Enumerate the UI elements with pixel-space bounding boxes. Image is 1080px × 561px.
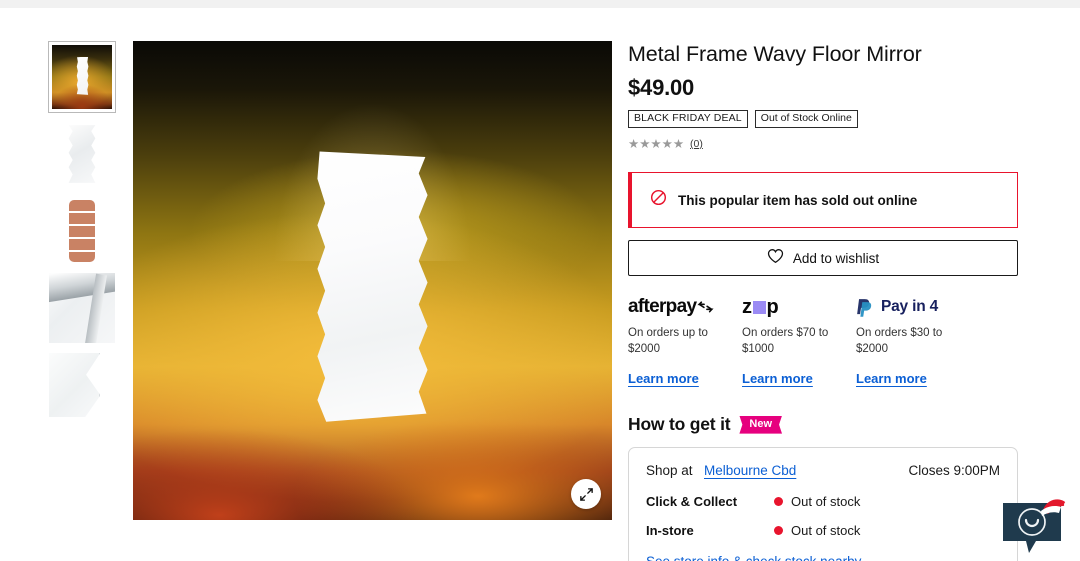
- top-bar-strip: [0, 0, 1080, 8]
- mirror-shape: [68, 200, 96, 262]
- thumbnail-gallery: [48, 41, 116, 420]
- thumbnail-image: [52, 45, 112, 109]
- zip-letter-z: z: [742, 296, 752, 319]
- product-detail-page: Metal Frame Wavy Floor Mirror $49.00 BLA…: [0, 0, 1080, 561]
- payment-option-afterpay: afterpay On orders up to $2000 Learn mor…: [628, 296, 742, 388]
- zip-logo-icon: z p: [742, 296, 856, 318]
- fulfilment-status: Out of stock: [791, 523, 861, 539]
- wavy-mirror-product: [317, 151, 428, 422]
- zip-description: On orders $70 to $1000: [742, 327, 829, 356]
- payment-options: afterpay On orders up to $2000 Learn mor…: [628, 296, 1018, 388]
- badge-black-friday-deal: BLACK FRIDAY DEAL: [628, 109, 748, 128]
- how-to-get-it-header: How to get it New: [628, 414, 1018, 435]
- sold-out-alert: This popular item has sold out online: [628, 172, 1018, 229]
- mirror-shape: [76, 56, 89, 95]
- thumbnail-image: [49, 273, 115, 343]
- product-price: $49.00: [628, 74, 695, 100]
- afterpay-learn-more-link[interactable]: Learn more: [628, 371, 699, 386]
- product-badges: BLACK FRIDAY DEAL Out of Stock Online: [628, 109, 1018, 128]
- fulfilment-row-in-store: In-store Out of stock: [646, 523, 1000, 538]
- review-count-link[interactable]: (0): [690, 138, 703, 150]
- store-closing-time: Closes 9:00PM: [908, 463, 1000, 479]
- fulfilment-label: In-store: [646, 523, 694, 539]
- zip-square: [752, 300, 766, 314]
- thumbnail-mirror-copper-stack[interactable]: [49, 196, 115, 266]
- zip-letter-p: p: [766, 296, 779, 319]
- heart-icon: [767, 248, 784, 269]
- alert-message: This popular item has sold out online: [678, 192, 918, 208]
- no-entry-icon: [650, 189, 667, 211]
- store-name-link[interactable]: Melbourne Cbd: [704, 463, 796, 478]
- stock-status-dot-icon: [774, 526, 783, 536]
- thumbnail-mirror-frame-corner[interactable]: [49, 273, 115, 343]
- payment-option-zip: z p On orders $70 to $1000 Learn more: [742, 296, 856, 388]
- new-badge: New: [739, 415, 783, 434]
- thumbnail-mirror-edge-detail[interactable]: [49, 350, 115, 420]
- afterpay-logo-icon: afterpay: [628, 296, 742, 318]
- paypal-pay-in-4-label: Pay in 4: [881, 298, 938, 316]
- mirror-shape: [68, 125, 96, 183]
- thumbnail-mirror-white-wavy[interactable]: [49, 119, 115, 189]
- payment-option-paypal: Pay in 4 On orders $30 to $2000 Learn mo…: [856, 296, 970, 388]
- store-header-row: Shop at Melbourne Cbd Closes 9:00PM: [646, 462, 1000, 480]
- thumbnail-image: [49, 350, 115, 420]
- paypal-description: On orders $30 to $2000: [856, 327, 943, 356]
- star-rating-icon: ★★★★★: [628, 136, 685, 151]
- fulfilment-status: Out of stock: [791, 494, 861, 510]
- zip-learn-more-link[interactable]: Learn more: [742, 371, 813, 386]
- product-title: Metal Frame Wavy Floor Mirror: [628, 42, 922, 66]
- expand-arrows-icon[interactable]: [571, 479, 601, 509]
- paypal-logo-icon: Pay in 4: [856, 296, 970, 318]
- product-info-panel: Metal Frame Wavy Floor Mirror $49.00 BLA…: [628, 41, 1018, 561]
- afterpay-description: On orders up to $2000: [628, 327, 708, 356]
- thumbnail-image: [49, 119, 115, 189]
- chat-smiley-santa-icon[interactable]: [995, 497, 1072, 561]
- how-to-get-it-title: How to get it: [628, 414, 731, 435]
- afterpay-wordmark: afterpay: [628, 296, 697, 318]
- store-availability-card: Shop at Melbourne Cbd Closes 9:00PM Clic…: [628, 447, 1018, 561]
- shop-at-group: Shop at Melbourne Cbd: [646, 462, 796, 480]
- thumbnail-mirror-lifestyle-warm[interactable]: [48, 41, 116, 113]
- paypal-learn-more-link[interactable]: Learn more: [856, 371, 927, 386]
- fulfilment-label: Click & Collect: [646, 494, 738, 510]
- wishlist-label: Add to wishlist: [792, 250, 880, 266]
- mirror-shape: [49, 352, 101, 418]
- shop-at-label: Shop at: [646, 463, 693, 479]
- stock-status-dot-icon: [774, 497, 783, 507]
- product-main-image[interactable]: [133, 41, 612, 520]
- thumbnail-image: [49, 196, 115, 266]
- product-rating[interactable]: ★★★★★ (0): [628, 138, 1018, 151]
- add-to-wishlist-button[interactable]: Add to wishlist: [628, 240, 1018, 277]
- badge-out-of-stock-online: Out of Stock Online: [754, 109, 858, 128]
- fulfilment-row-click-and-collect: Click & Collect Out of stock: [646, 494, 1000, 509]
- see-store-info-link[interactable]: See store info & check stock nearby: [646, 554, 861, 561]
